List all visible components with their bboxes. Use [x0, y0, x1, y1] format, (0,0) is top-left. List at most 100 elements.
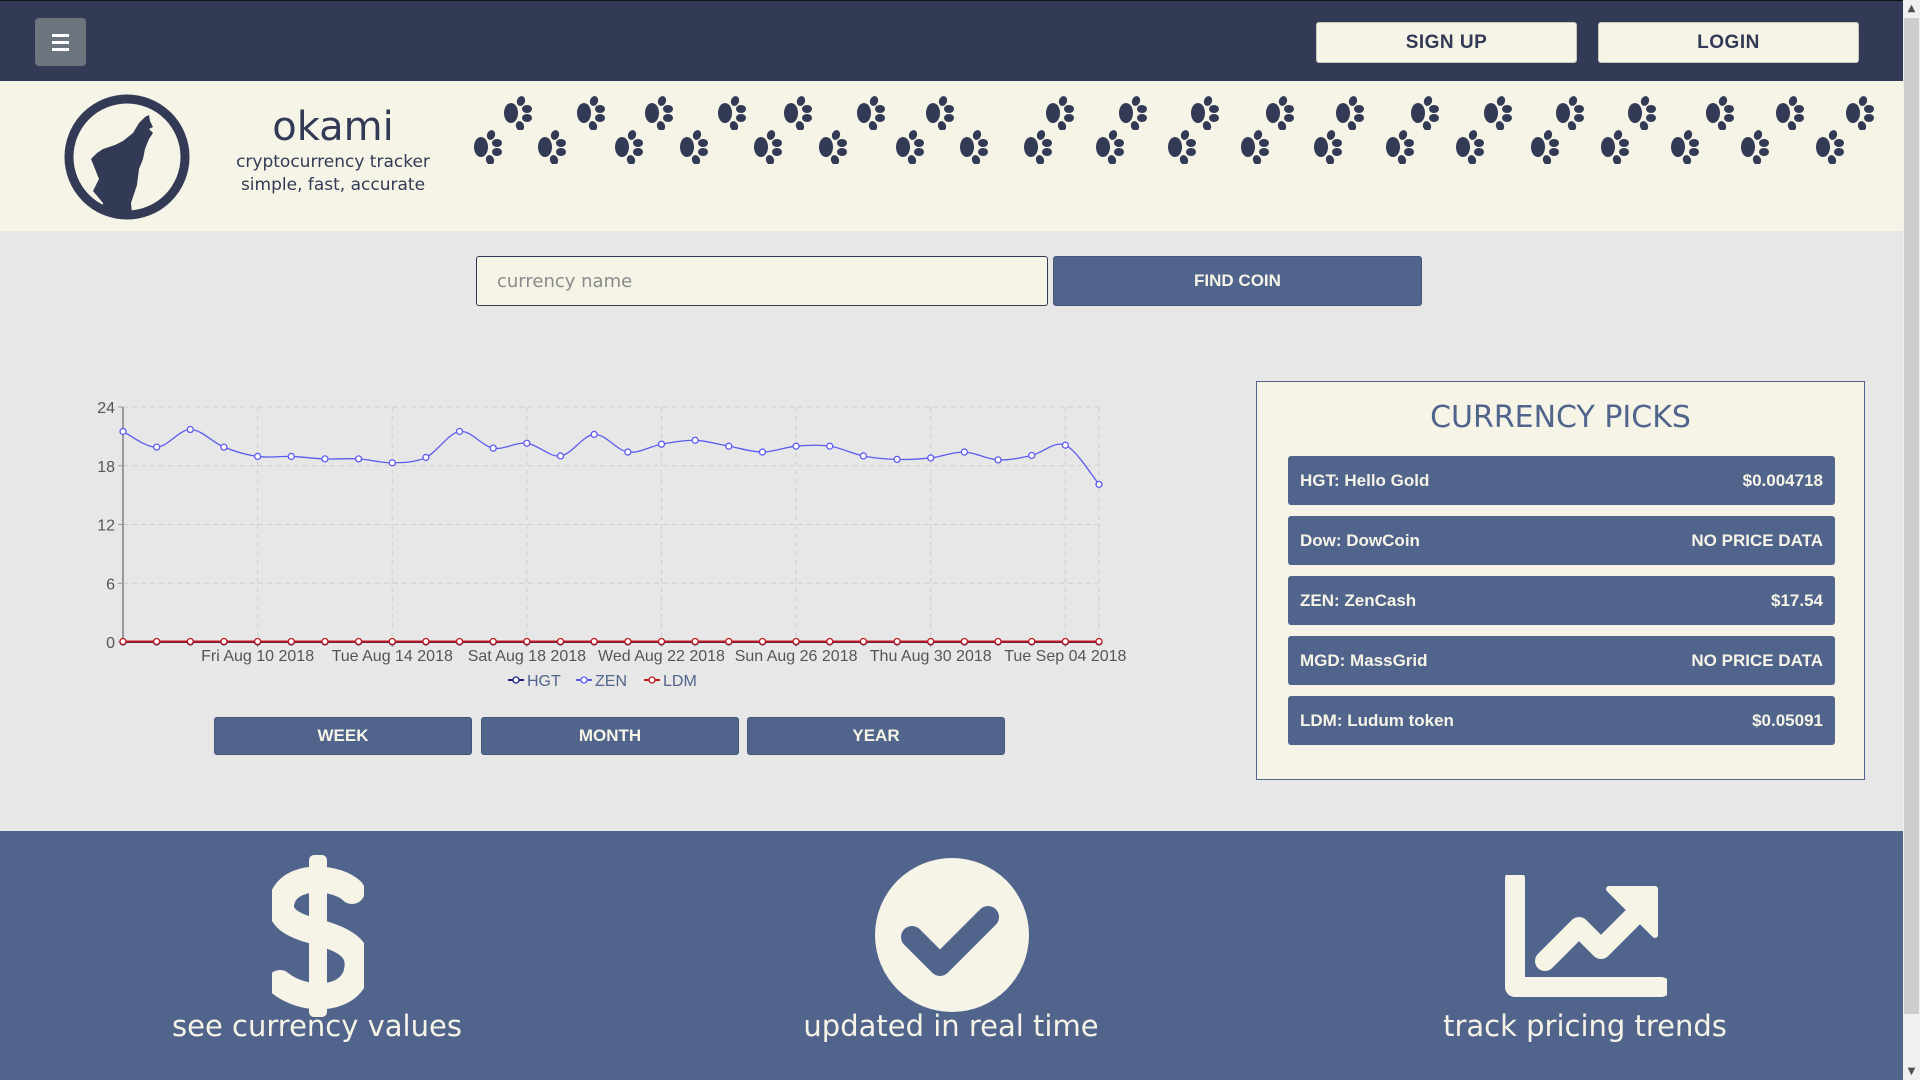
- data-point-zen: [220, 443, 228, 451]
- brand-banner: okami cryptocurrency tracker simple, fas…: [0, 81, 1903, 231]
- paw-print-icon: [1741, 130, 1769, 164]
- paw-print-icon: [645, 96, 673, 130]
- data-point-zen: [927, 454, 935, 462]
- currency-pick-item[interactable]: ZEN: ZenCash $17.54: [1288, 576, 1835, 625]
- pick-name: Dow: DowCoin: [1300, 530, 1420, 550]
- paw-prints-decoration: [470, 81, 1903, 231]
- pick-price: $17.54: [1771, 590, 1823, 610]
- menu-toggle-button[interactable]: [35, 18, 86, 66]
- scroll-up-arrow-icon[interactable]: ▲: [1903, 0, 1920, 17]
- paw-print-icon: [960, 130, 988, 164]
- pick-price: $0.004718: [1742, 470, 1823, 490]
- paw-print-icon: [1671, 130, 1699, 164]
- data-point-zen: [590, 430, 598, 439]
- data-point-zen: [287, 452, 295, 461]
- legend-swatch-marker: [580, 676, 588, 684]
- sign-up-button[interactable]: SIGN UP: [1316, 22, 1577, 63]
- data-point-zen: [422, 453, 430, 462]
- data-point-ldm: [826, 637, 834, 646]
- currency-pick-item[interactable]: HGT: Hello Gold $0.004718: [1288, 456, 1835, 505]
- paw-print-icon: [1024, 130, 1052, 164]
- page-scrollbar[interactable]: ▲ ▼: [1903, 0, 1920, 1080]
- range-month-button[interactable]: MONTH: [481, 717, 739, 755]
- feature-label: track pricing trends: [1443, 1009, 1727, 1043]
- currency-pick-item[interactable]: Dow: DowCoin NO PRICE DATA: [1288, 516, 1835, 565]
- paw-print-icon: [1846, 96, 1874, 130]
- legend-label: ZEN: [595, 673, 627, 690]
- data-point-ldm: [253, 637, 262, 646]
- page: SIGN UP LOGIN okami cryptocurrency track…: [0, 0, 1903, 1080]
- paw-print-icon: [1484, 96, 1512, 130]
- data-point-zen: [556, 452, 565, 460]
- feature-label: updated in real time: [803, 1009, 1099, 1043]
- brand-tagline: simple, fast, accurate: [240, 175, 426, 195]
- data-point-ldm: [927, 637, 935, 646]
- data-point-ldm: [186, 637, 194, 646]
- x-tick-label: Fri Aug 10 2018: [201, 648, 314, 665]
- find-coin-button[interactable]: FIND COIN: [1053, 256, 1422, 306]
- pick-name: HGT: Hello Gold: [1300, 470, 1430, 490]
- data-point-ldm: [287, 637, 295, 646]
- scrollbar-thumb[interactable]: [1904, 18, 1919, 1014]
- paw-print-icon: [1096, 130, 1124, 164]
- data-point-ldm: [1095, 637, 1103, 646]
- data-point-ldm: [994, 637, 1002, 646]
- login-button[interactable]: LOGIN: [1598, 22, 1859, 63]
- paw-print-icon: [1706, 96, 1734, 130]
- x-tick-label: Wed Aug 22 2018: [598, 648, 725, 665]
- data-point-zen: [792, 442, 800, 450]
- feature-label: see currency values: [172, 1009, 462, 1043]
- currency-picks-title: CURRENCY PICKS: [1430, 400, 1691, 435]
- data-point-zen: [1095, 480, 1103, 489]
- currency-pick-item[interactable]: MGD: MassGrid NO PRICE DATA: [1288, 636, 1835, 685]
- data-point-zen: [455, 427, 464, 436]
- pick-name: MGD: MassGrid: [1300, 650, 1428, 670]
- data-point-zen: [388, 459, 396, 467]
- paw-print-icon: [857, 96, 885, 130]
- y-tick-label: 0: [106, 635, 115, 652]
- legend-swatch-marker: [512, 676, 520, 684]
- data-point-ldm: [960, 637, 969, 646]
- brand-block: okami cryptocurrency tracker simple, fas…: [230, 103, 436, 197]
- data-point-zen: [994, 456, 1002, 464]
- paw-print-icon: [896, 130, 924, 164]
- howling-wolf-icon: [64, 94, 190, 220]
- data-point-zen: [489, 444, 497, 452]
- paw-print-icon: [1241, 130, 1269, 164]
- brand-name: okami: [272, 104, 394, 150]
- data-point-ldm: [792, 637, 800, 646]
- paw-print-icon: [1314, 130, 1342, 164]
- data-point-ldm: [523, 637, 531, 646]
- data-point-zen: [725, 442, 733, 450]
- paw-print-icon: [1531, 130, 1559, 164]
- data-point-ldm: [556, 637, 565, 646]
- x-tick-label: Tue Sep 04 2018: [1004, 648, 1126, 665]
- data-point-zen: [624, 448, 632, 456]
- data-point-ldm: [422, 637, 430, 646]
- range-week-button[interactable]: WEEK: [214, 717, 472, 755]
- paw-print-icon: [718, 96, 746, 130]
- data-point-zen: [253, 452, 262, 461]
- legend-label: LDM: [663, 673, 697, 690]
- data-point-ldm: [624, 637, 632, 646]
- paw-print-icon: [1046, 96, 1074, 130]
- paw-print-icon: [754, 130, 782, 164]
- paw-print-icon: [1816, 130, 1844, 164]
- data-point-zen: [657, 440, 666, 448]
- paw-print-icon: [504, 96, 532, 130]
- data-point-zen: [153, 443, 161, 451]
- data-point-zen: [691, 436, 699, 444]
- x-tick-label: Sat Aug 18 2018: [468, 648, 586, 665]
- scroll-down-arrow-icon[interactable]: ▼: [1903, 1063, 1920, 1080]
- currency-pick-item[interactable]: LDM: Ludum token $0.05091: [1288, 696, 1835, 745]
- trending-chart-icon: [1505, 875, 1667, 997]
- pick-name: LDM: Ludum token: [1300, 710, 1454, 730]
- currency-picks-panel: CURRENCY PICKS HGT: Hello Gold $0.004718…: [1256, 381, 1865, 780]
- paw-print-icon: [1119, 96, 1147, 130]
- currency-search-input[interactable]: [476, 256, 1048, 306]
- paw-print-icon: [1386, 130, 1414, 164]
- range-year-button[interactable]: YEAR: [747, 717, 1005, 755]
- paw-print-icon: [1556, 96, 1584, 130]
- data-point-zen: [119, 427, 127, 436]
- legend-label: HGT: [527, 673, 561, 690]
